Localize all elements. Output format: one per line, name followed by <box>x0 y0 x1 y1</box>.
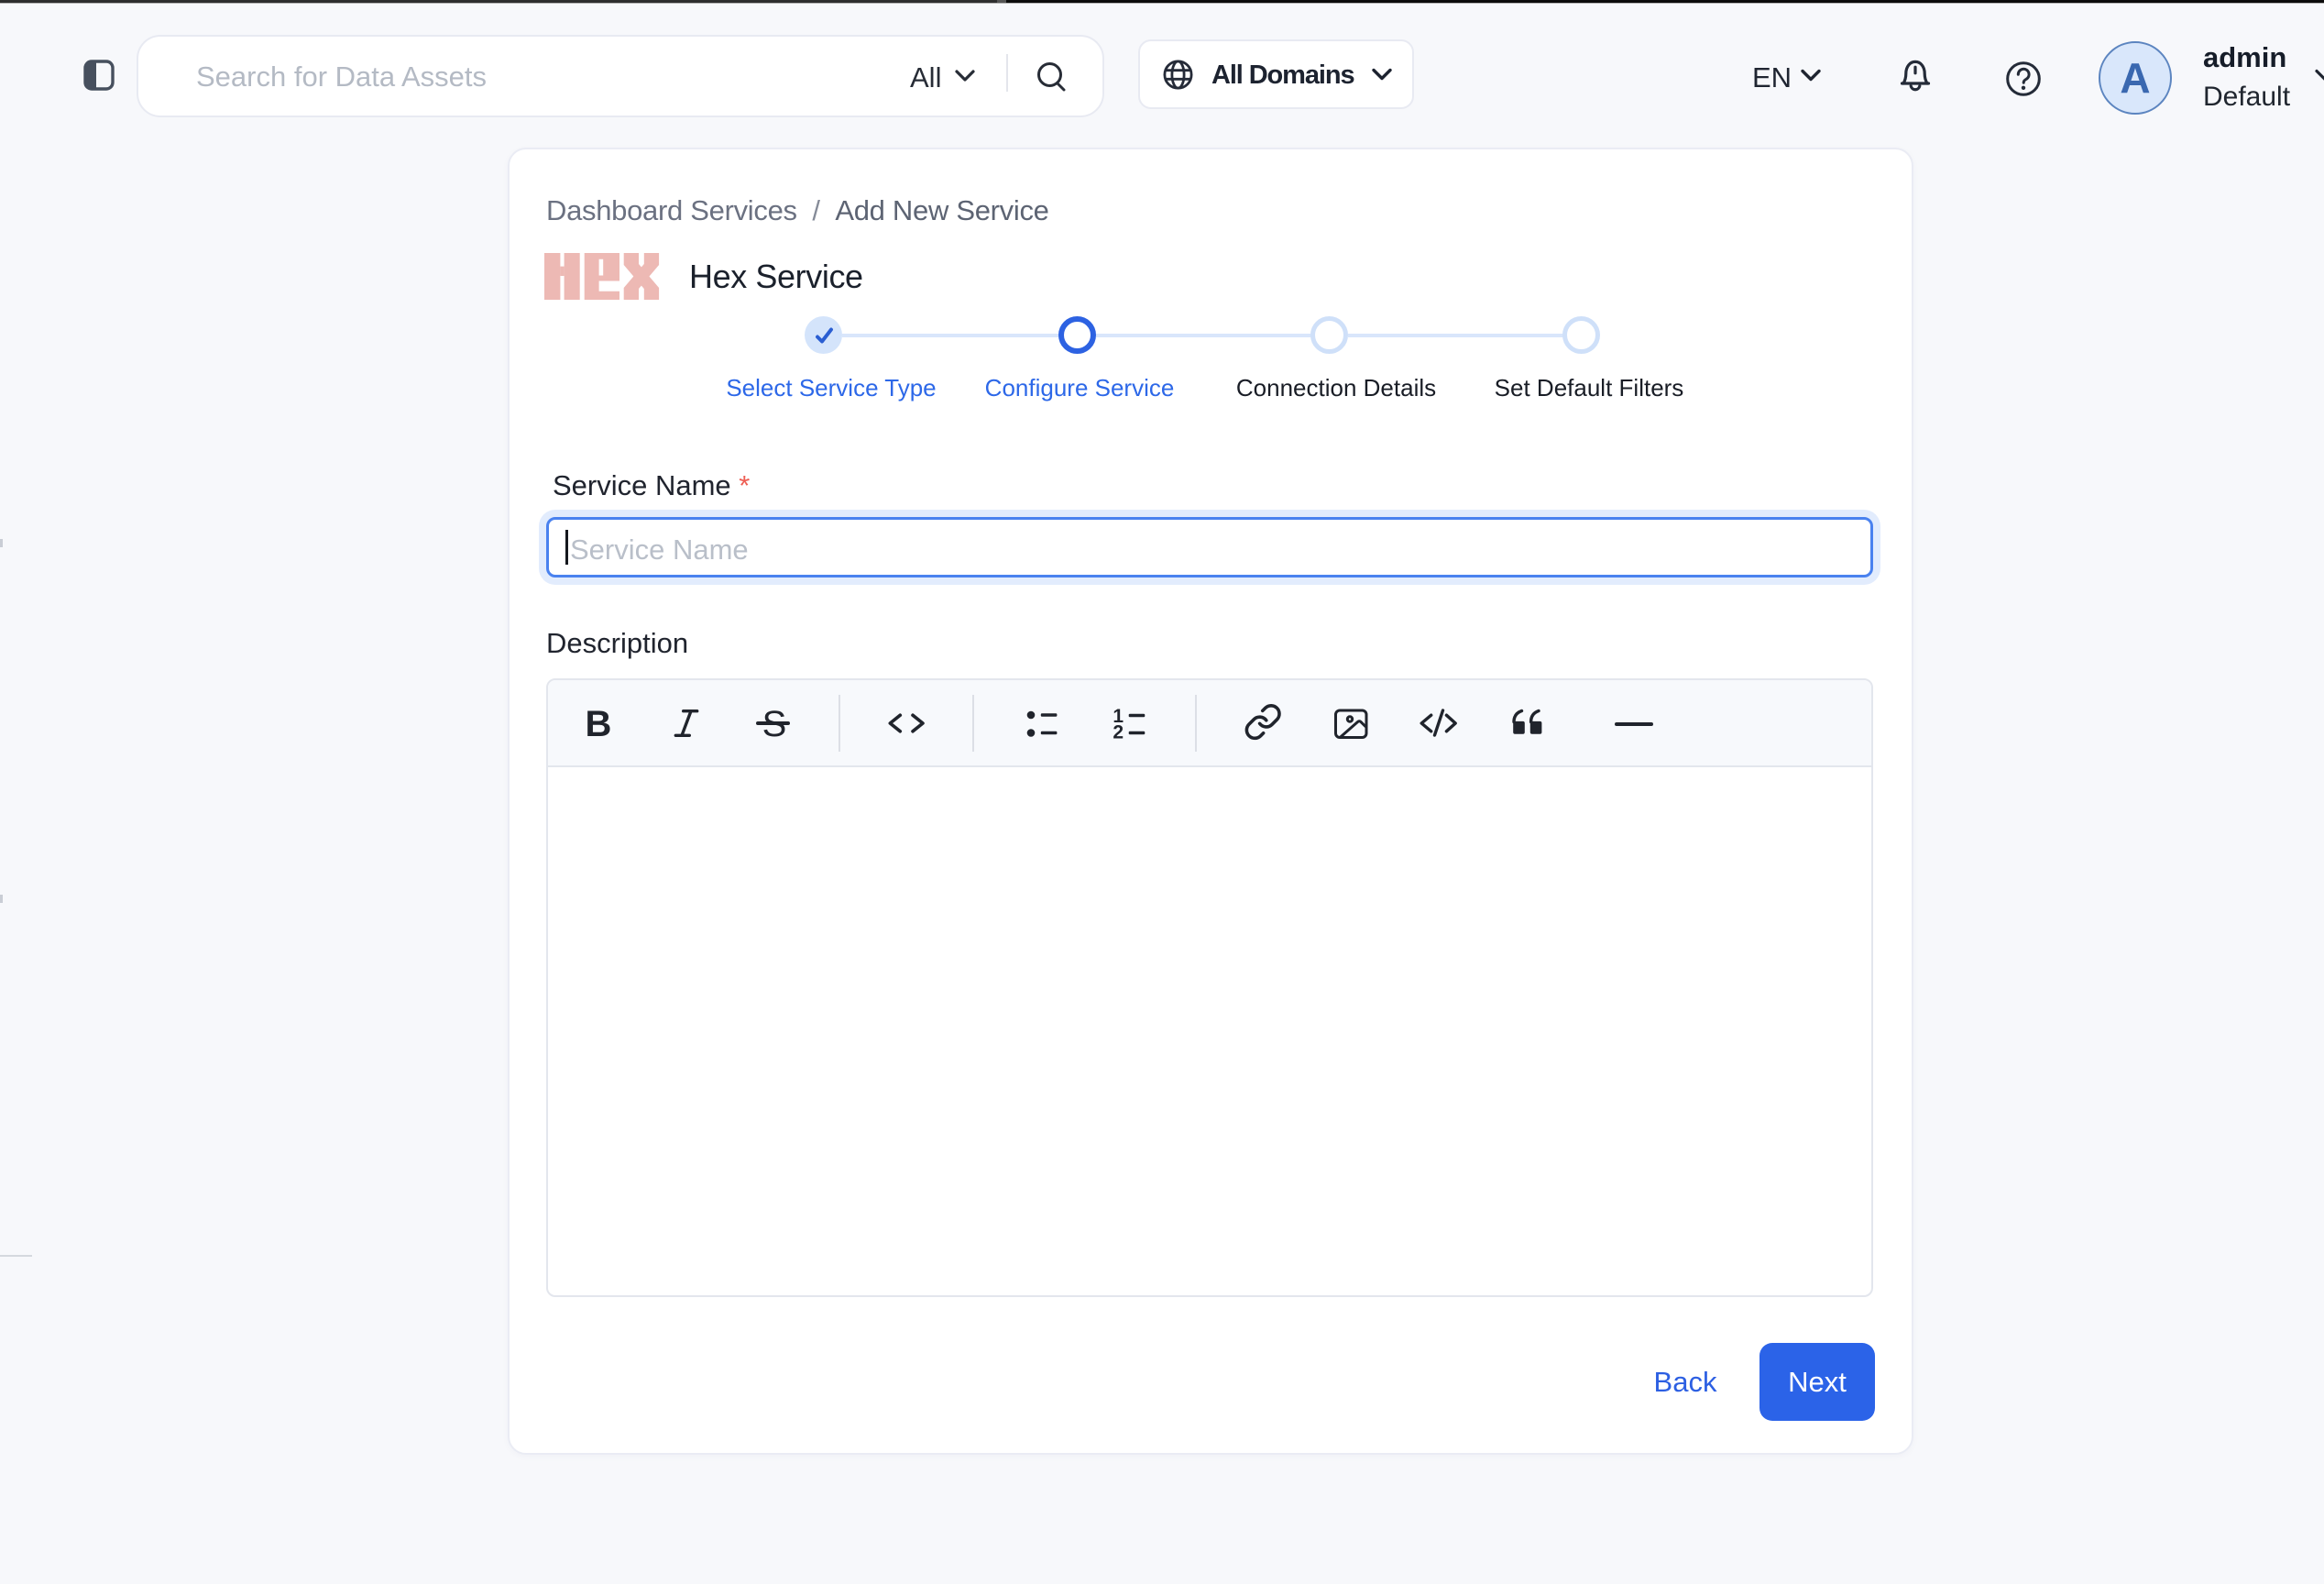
svg-text:2: 2 <box>1113 722 1124 742</box>
